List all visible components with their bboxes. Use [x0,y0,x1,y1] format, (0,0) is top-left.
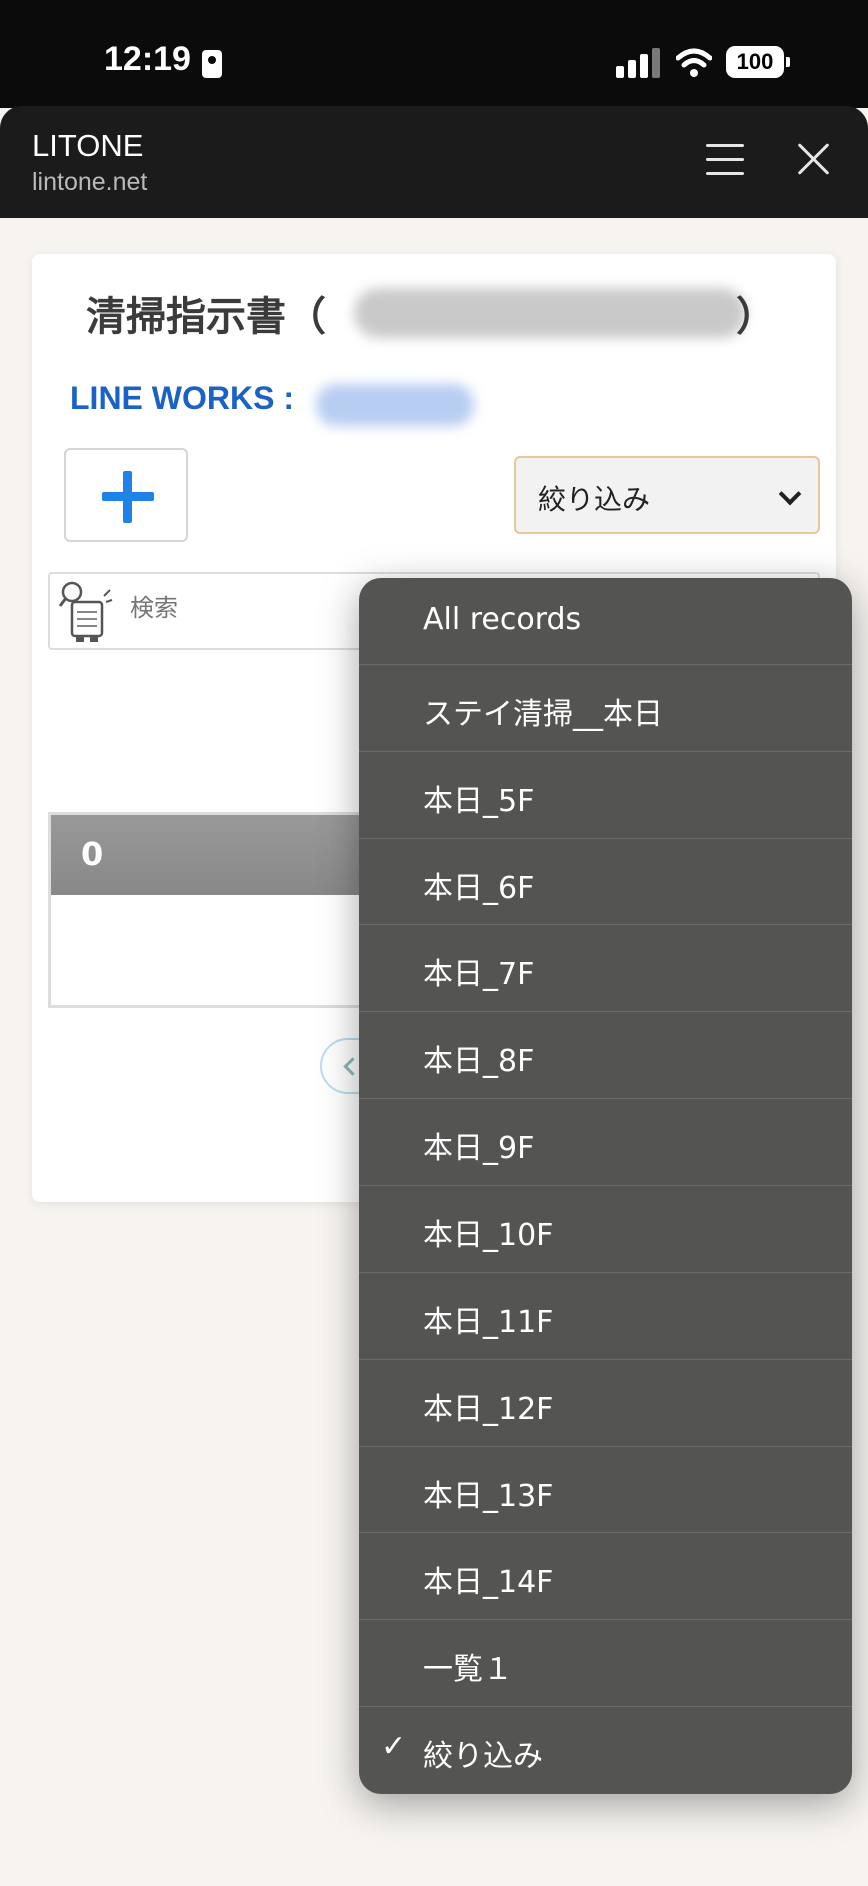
contact-badge-icon [202,50,222,78]
dropdown-item-today-7f[interactable]: 本日_7F [359,925,852,1013]
checkmark-icon: ✓ [381,1729,407,1765]
site-url: lintone.net [32,168,148,196]
browser-header: LITONE lintone.net [0,106,868,218]
status-time: 12:19 [104,40,191,78]
table-header-cell: 0 [81,835,104,873]
redacted-line-works-id [316,384,474,426]
site-title: LITONE [32,128,144,163]
dropdown-item-today-6f[interactable]: 本日_6F [359,839,852,926]
dropdown-item-today-8f[interactable]: 本日_8F [359,1012,852,1100]
dropdown-item-label: 本日_12F [423,1391,554,1427]
dropdown-item-label: 本日_10F [423,1218,554,1254]
page-title: 清掃指示書（ [86,294,326,340]
dropdown-item-label: 絞り込み [423,1739,543,1775]
filter-select-value: 絞り込み [538,483,651,516]
dropdown-item-label: ステイ清掃__本日 [423,696,663,732]
dropdown-item-label: 本日_6F [423,870,535,906]
dropdown-item-label: 本日_11F [423,1304,554,1340]
dropdown-item-label: 一覧１ [423,1652,513,1688]
dropdown-item-label: 本日_5F [423,783,535,819]
dropdown-item-today-5f[interactable]: 本日_5F [359,752,852,839]
dropdown-item-today-14f[interactable]: 本日_14F [359,1533,852,1621]
dropdown-item-label: 本日_9F [423,1131,535,1167]
dropdown-item-label: 本日_8F [423,1044,535,1080]
cellular-signal-icon [616,48,660,78]
dropdown-item-label: 本日_7F [423,957,535,993]
dropdown-item-list-1[interactable]: 一覧１ [359,1620,852,1708]
dropdown-item-label: 本日_13F [423,1478,554,1514]
dropdown-item-today-12f[interactable]: 本日_12F [359,1360,852,1447]
status-bar: 12:19 100 [0,0,868,108]
wifi-icon [676,48,712,77]
close-icon[interactable] [794,140,832,178]
dropdown-item-label: All records [423,602,582,637]
dropdown-item-today-9f[interactable]: 本日_9F [359,1099,852,1187]
dropdown-item-all-records[interactable]: All records [359,578,852,665]
page-title-close: ） [736,294,776,340]
chevron-down-icon [778,482,802,506]
dropdown-item-label: 本日_14F [423,1565,554,1601]
dropdown-item-today-13f[interactable]: 本日_13F [359,1447,852,1534]
battery-icon: 100 [726,46,790,78]
add-record-button[interactable] [64,448,188,542]
search-mascot-icon [58,581,113,642]
dropdown-item-stay-cleaning-today[interactable]: ステイ清掃__本日 [359,665,852,752]
filter-dropdown-menu: All records ステイ清掃__本日 本日_5F 本日_6F 本日_7F … [359,578,852,1794]
redacted-title-text [354,288,746,338]
dropdown-item-filter[interactable]: ✓ 絞り込み [359,1707,852,1794]
line-works-label: LINE WORKS : [70,380,294,416]
hamburger-menu-icon[interactable] [706,144,744,176]
dropdown-item-today-10f[interactable]: 本日_10F [359,1186,852,1273]
filter-select[interactable]: 絞り込み [514,456,820,534]
dropdown-item-today-11f[interactable]: 本日_11F [359,1273,852,1360]
